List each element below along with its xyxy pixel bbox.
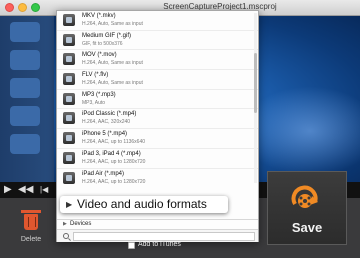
scrollbar-thumb[interactable] [254,53,257,113]
format-icon [63,132,75,145]
format-title: Medium GIF (*.gif) [82,32,132,39]
tooltip-text: Video and audio formats [77,197,207,211]
format-subtitle: H.264, AAC, up to 1280x720 [82,158,146,165]
format-item[interactable]: iPod Classic (*.mp4) H.264, AAC, 320x240 [57,109,258,130]
format-icon [63,112,75,125]
format-list-scrollbar[interactable] [254,13,257,183]
preview-dock-icon [10,106,40,126]
format-item[interactable]: MOV (*.mov) H.264, Auto, Same as input [57,50,258,71]
delete-label: Delete [20,236,42,243]
minimize-window-button[interactable] [18,3,27,12]
format-item[interactable]: iPhone 5 (*.mp4) H.264, AAC, up to 1136x6… [57,129,258,149]
format-item[interactable]: Medium GIF (*.gif) GIF, fit to 500x376 [57,31,258,51]
save-film-reel-icon [291,185,318,208]
format-item[interactable]: MP3 (*.mp3) MP3, Auto [57,90,258,110]
format-title: FLV (*.flv) [82,72,109,79]
format-icon [63,151,75,164]
format-title: iPod Classic (*.mp4) [82,111,137,118]
format-title: iPhone 5 (*.mp4) [82,131,128,138]
format-subtitle: H.264, AAC, up to 1280x720 [82,178,146,185]
format-subtitle: GIF, fit to 500x376 [82,40,123,47]
format-icon [63,14,75,26]
preview-dock-icon [10,134,40,154]
format-title: MKV (*.mkv) [82,13,116,19]
format-subtitle: H.264, Auto, Same as input [82,21,143,27]
format-item[interactable]: FLV (*.flv) H.264, Auto, Same as input [57,70,258,90]
add-to-itunes-checkbox[interactable]: Add to iTunes [128,240,198,252]
formats-tooltip: ▶ Video and audio formats [60,196,228,213]
delete-button[interactable]: Delete [14,204,48,248]
trash-icon [21,210,41,230]
rewind-icon[interactable]: ◀◀ [18,184,33,196]
format-icon [63,73,75,86]
format-subtitle: H.264, Auto, Same as input [82,60,143,67]
format-list: MKV (*.mkv) H.264, Auto, Same as input Med… [57,11,258,187]
format-subtitle: H.264, AAC, 320x240 [82,119,131,126]
disclosure-triangle-icon: ▶ [63,221,67,227]
format-icon [63,53,75,66]
preview-dock-icon [10,50,40,70]
devices-section-toggle[interactable]: ▶ Devices [57,219,258,228]
add-to-itunes-label: Add to iTunes [138,241,181,248]
format-item[interactable]: iPad 3, iPad 4 (*.mp4) H.264, AAC, up to … [57,149,258,169]
format-item[interactable]: MKV (*.mkv) H.264, Auto, Same as input [57,11,258,31]
preview-desktop-dock [0,16,54,182]
format-title: iPad 3, iPad 4 (*.mp4) [82,150,141,157]
format-subtitle: H.264, AAC, up to 1136x640 [82,139,146,146]
format-item[interactable]: iPad Air (*.mp4) H.264, AAC, up to 1280x7… [57,169,258,188]
preview-dock-icon [10,78,40,98]
format-subtitle: H.264, Auto, Same as input [82,80,143,87]
search-icon [63,233,69,239]
step-back-icon[interactable]: |◀ [40,184,48,196]
devices-label: Devices [70,221,92,227]
save-label: Save [291,220,323,235]
format-icon [63,92,75,105]
play-icon[interactable]: ▶ [4,184,12,196]
format-icon [63,171,75,184]
format-title: MP3 (*.mp3) [82,91,116,98]
close-window-button[interactable] [5,3,14,12]
format-subtitle: MP3, Auto [82,99,106,106]
zoom-window-button[interactable] [31,3,40,12]
format-icon [63,33,75,46]
format-title: MOV (*.mov) [82,52,117,59]
preview-dock-icon [10,22,40,42]
tooltip-triangle-icon: ▶ [66,200,73,209]
save-button[interactable]: Save [267,171,347,245]
checkbox-box[interactable] [128,242,135,249]
format-title: iPad Air (*.mp4) [82,170,125,177]
